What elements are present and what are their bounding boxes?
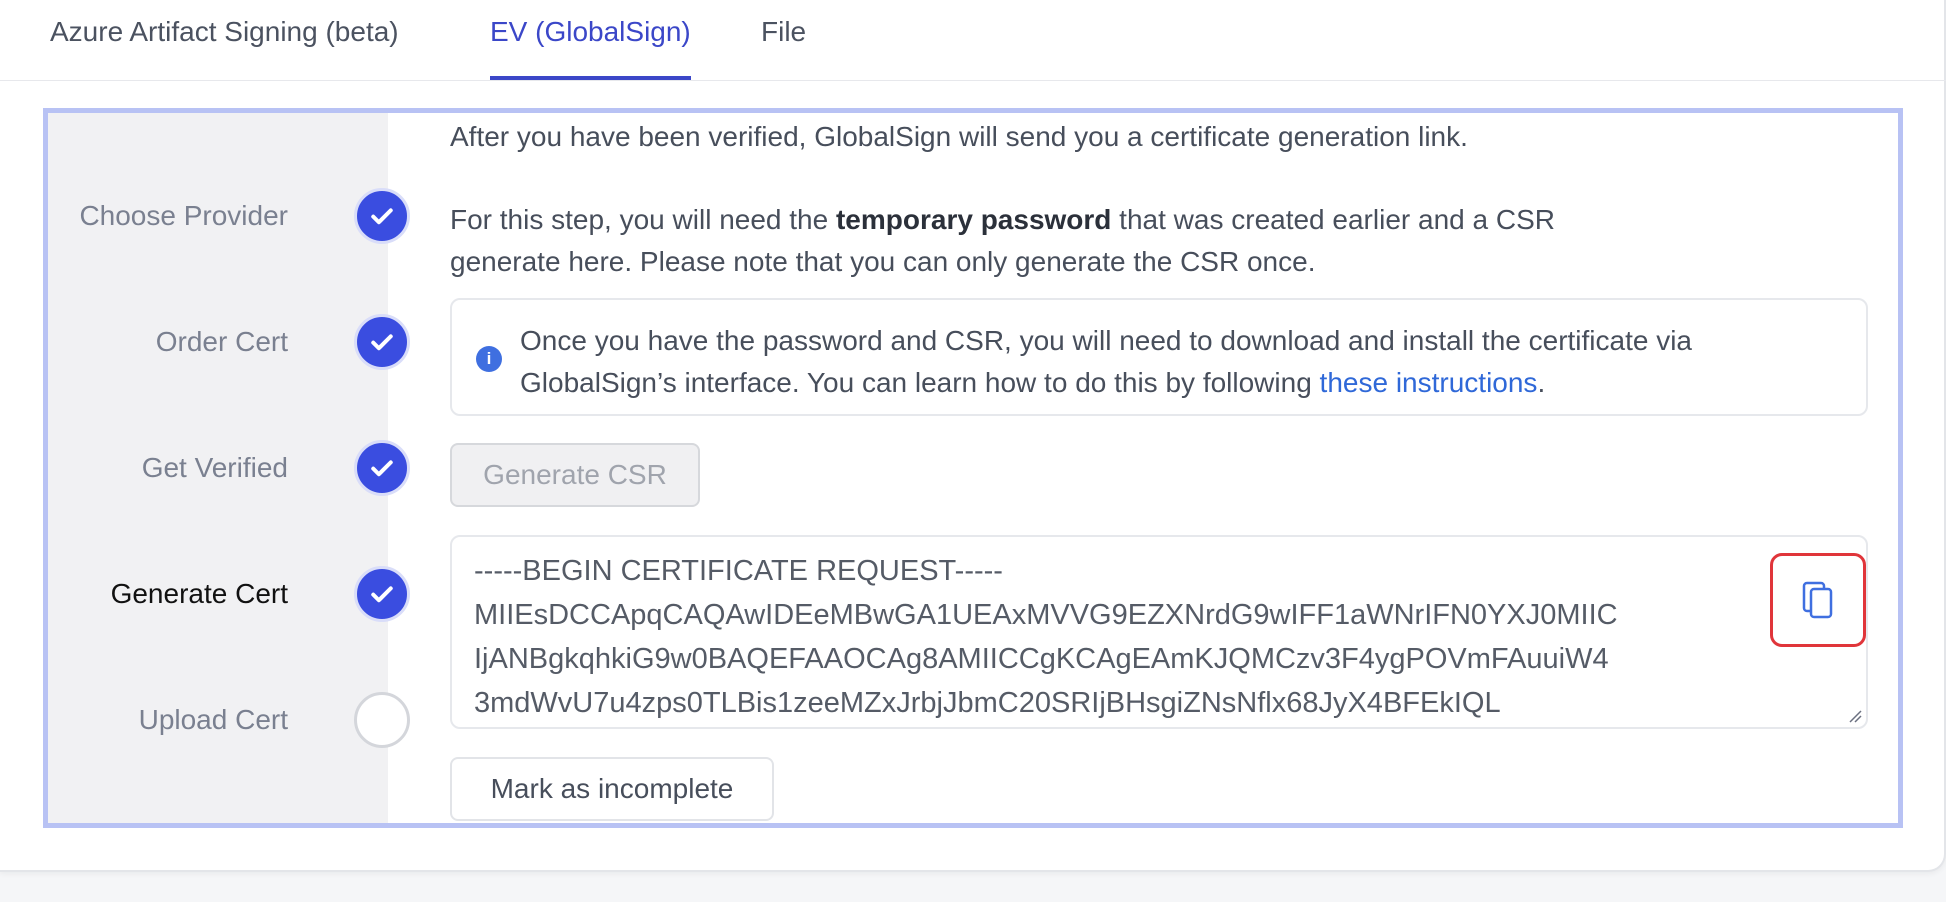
instructions-text: For this step, you will need the tempora… [450,204,1555,277]
tab-file[interactable]: File [761,16,806,64]
step-content: After you have been verified, GlobalSign… [450,113,1870,823]
check-icon [354,188,410,244]
info-callout: i Once you have the password and CSR, yo… [450,298,1868,416]
check-icon [354,314,410,370]
step-generate-cert[interactable]: Generate Cert [48,566,410,626]
info-text: Once you have the password and CSR, you … [520,325,1693,398]
csr-text: -----BEGIN CERTIFICATE REQUEST----- MIIEs… [474,555,1618,719]
step-label: Generate Cert [110,578,288,609]
copy-button[interactable] [1770,553,1866,647]
intro-text: After you have been verified, GlobalSign… [450,121,1468,152]
check-icon [354,440,410,496]
tab-azure-artifact-signing[interactable]: Azure Artifact Signing (beta) [50,16,399,64]
main-card: Azure Artifact Signing (beta) EV (Global… [0,0,1946,872]
info-icon: i [476,346,502,372]
step-label: Get Verified [141,452,288,483]
tab-ev-globalsign[interactable]: EV (GlobalSign) [490,16,691,80]
step-label: Upload Cert [138,704,288,735]
step-label: Choose Provider [79,200,288,231]
instructions-link[interactable]: these instructions [1320,367,1538,398]
step-label: Order Cert [155,326,288,357]
steps-sidebar: Choose Provider Order Cert Get Verified … [48,113,410,823]
step-get-verified[interactable]: Get Verified [48,440,410,500]
empty-circle-icon [354,692,410,748]
wizard-panel: Choose Provider Order Cert Get Verified … [43,108,1903,828]
step-choose-provider[interactable]: Choose Provider [48,188,410,248]
tab-bar: Azure Artifact Signing (beta) EV (Global… [0,0,1946,81]
temporary-password-emphasis: temporary password [835,204,1112,235]
copy-icon [1802,581,1833,619]
csr-textarea[interactable]: -----BEGIN CERTIFICATE REQUEST----- MIIEs… [450,535,1868,729]
generate-csr-button[interactable]: Generate CSR [450,443,700,507]
step-upload-cert[interactable]: Upload Cert [48,692,410,752]
step-order-cert[interactable]: Order Cert [48,314,410,374]
check-icon [354,566,410,622]
mark-incomplete-button[interactable]: Mark as incomplete [450,757,774,821]
resize-handle-icon[interactable] [1846,707,1862,723]
